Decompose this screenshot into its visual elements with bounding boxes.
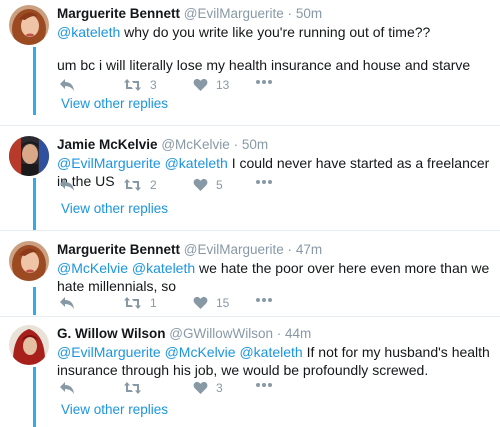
retweet-count: 3 <box>150 78 157 92</box>
tweet-header: G. Willow Wilson @GWillowWilson · 44m <box>57 325 492 342</box>
separator: · <box>233 137 239 152</box>
tweet-text-paragraph: um bc i will literally lose my health in… <box>57 57 471 73</box>
author-handle[interactable]: @GWillowWilson <box>169 326 273 341</box>
like-button[interactable]: 13 <box>193 78 229 92</box>
mention-link[interactable]: @EvilMarguerite @McKelvie @kateleth <box>57 344 303 360</box>
retweet-button[interactable]: 2 <box>123 178 157 192</box>
reply-button[interactable] <box>59 78 75 92</box>
author-name[interactable]: Marguerite Bennett <box>57 242 180 257</box>
author-handle[interactable]: @EvilMarguerite <box>184 242 284 257</box>
retweet-icon <box>123 178 142 192</box>
author-name[interactable]: Marguerite Bennett <box>57 6 180 21</box>
heart-icon <box>193 381 208 395</box>
tweet-text: @McKelvie @kateleth we hate the poor ove… <box>57 259 492 295</box>
view-other-replies-link[interactable]: View other replies <box>61 201 168 216</box>
retweet-icon <box>123 78 142 92</box>
tweet-content: Marguerite Bennett @EvilMarguerite · 50m… <box>57 5 492 92</box>
more-icon <box>255 297 273 303</box>
reply-button[interactable] <box>59 296 75 310</box>
tweet-text: @EvilMarguerite @McKelvie @kateleth If n… <box>57 343 492 379</box>
avatar[interactable] <box>9 325 49 365</box>
divider <box>0 125 500 126</box>
reply-icon <box>59 296 75 310</box>
like-button[interactable]: 3 <box>193 381 223 395</box>
avatar[interactable] <box>9 241 49 281</box>
retweet-count: 2 <box>150 178 157 192</box>
author-name[interactable]: Jamie McKelvie <box>57 137 158 152</box>
mention-link[interactable]: @EvilMarguerite @kateleth <box>57 155 228 171</box>
timestamp[interactable]: 50m <box>296 6 322 21</box>
retweet-button[interactable]: 1 <box>123 296 157 310</box>
tweet-header: Jamie McKelvie @McKelvie · 50m <box>57 136 492 153</box>
mention-link[interactable]: @kateleth <box>57 24 120 40</box>
more-button[interactable] <box>255 179 273 185</box>
tweet-text: @kateleth why do you write like you're r… <box>57 23 492 41</box>
avatar[interactable] <box>9 5 49 45</box>
divider <box>0 316 500 317</box>
like-count: 15 <box>216 296 230 310</box>
reply-icon <box>59 178 75 192</box>
more-button[interactable] <box>255 382 273 388</box>
tweet-header: Marguerite Bennett @EvilMarguerite · 50m <box>57 5 492 22</box>
mention-link[interactable]: @McKelvie @kateleth <box>57 260 195 276</box>
tweet-content: Marguerite Bennett @EvilMarguerite · 47m… <box>57 241 492 310</box>
like-count: 13 <box>216 78 230 92</box>
like-button[interactable]: 5 <box>193 178 223 192</box>
timestamp[interactable]: 44m <box>285 326 311 341</box>
retweet-button[interactable]: 3 <box>123 78 157 92</box>
reply-button[interactable] <box>59 381 75 395</box>
timestamp[interactable]: 50m <box>242 137 268 152</box>
heart-icon <box>193 78 208 92</box>
reply-button[interactable] <box>59 178 75 192</box>
reply-icon <box>59 381 75 395</box>
separator: · <box>276 326 282 341</box>
separator: · <box>287 242 293 257</box>
more-icon <box>255 79 273 85</box>
more-button[interactable] <box>255 297 273 303</box>
separator: · <box>287 6 293 21</box>
timestamp[interactable]: 47m <box>296 242 322 257</box>
tweet-actions: 2 5 <box>57 178 317 194</box>
reply-icon <box>59 78 75 92</box>
more-icon <box>255 382 273 388</box>
tweet-content: G. Willow Wilson @GWillowWilson · 44m @E… <box>57 325 492 395</box>
retweet-button[interactable] <box>123 381 150 395</box>
view-other-replies-link[interactable]: View other replies <box>61 402 168 417</box>
tweet-header: Marguerite Bennett @EvilMarguerite · 47m <box>57 241 492 258</box>
author-name[interactable]: G. Willow Wilson <box>57 326 166 341</box>
divider <box>0 230 500 231</box>
heart-icon <box>193 296 208 310</box>
author-handle[interactable]: @McKelvie <box>161 137 229 152</box>
retweet-count: 1 <box>150 296 157 310</box>
more-button[interactable] <box>255 79 273 85</box>
retweet-icon <box>123 296 142 310</box>
more-icon <box>255 179 273 185</box>
tweet-content: Jamie McKelvie @McKelvie · 50m @EvilMarg… <box>57 136 492 192</box>
like-count: 5 <box>216 178 223 192</box>
avatar[interactable] <box>9 136 49 176</box>
tweet-actions: 1 15 <box>57 296 317 312</box>
retweet-icon <box>123 381 142 395</box>
tweet-actions: 3 <box>57 381 317 397</box>
view-other-replies-link[interactable]: View other replies <box>61 96 168 111</box>
author-handle[interactable]: @EvilMarguerite <box>184 6 284 21</box>
like-button[interactable]: 15 <box>193 296 229 310</box>
tweet-text-body: why do you write like you're running out… <box>120 24 431 40</box>
tweet[interactable]: G. Willow Wilson @GWillowWilson · 44m @E… <box>0 325 500 397</box>
tweet[interactable]: Marguerite Bennett @EvilMarguerite · 47m… <box>0 241 500 316</box>
tweet-actions: 3 13 <box>57 78 317 94</box>
heart-icon <box>193 178 208 192</box>
like-count: 3 <box>216 381 223 395</box>
